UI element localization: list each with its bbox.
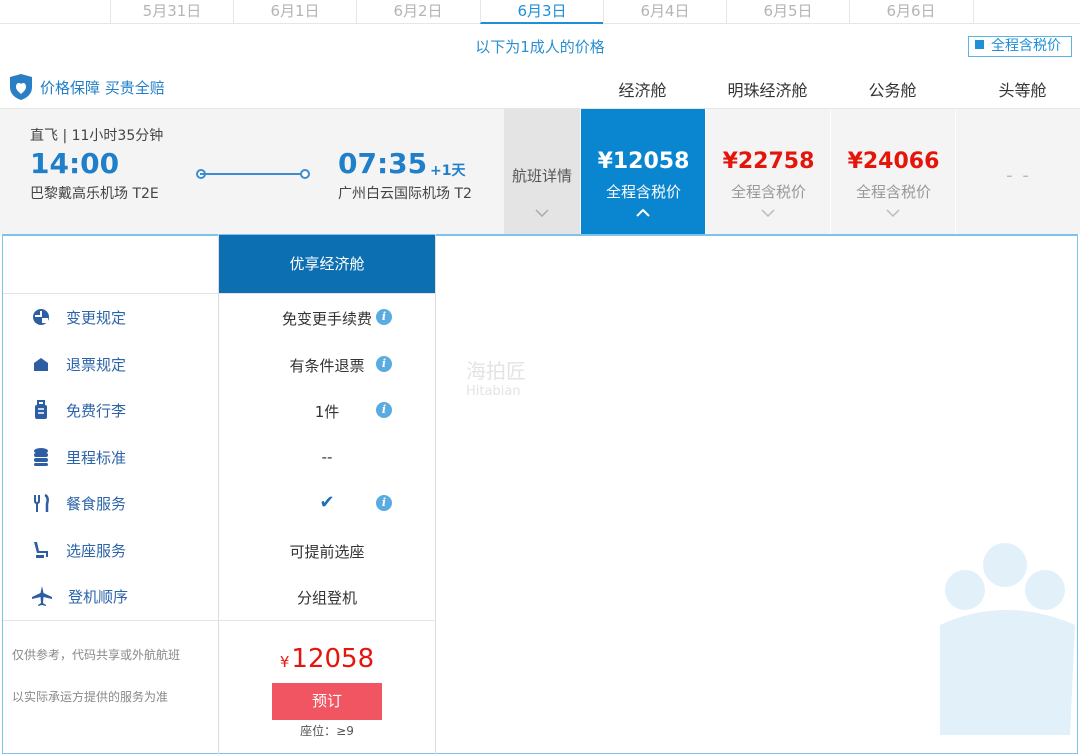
feature-label: 选座服务 xyxy=(66,541,127,560)
feature-luggage: 免费行李 xyxy=(30,398,126,422)
date-tab[interactable]: 5月31日 xyxy=(110,0,233,24)
feature-meal: 餐食服务 xyxy=(30,491,126,515)
plane-icon xyxy=(32,586,52,606)
seats-remaining: 座位：≥9 xyxy=(300,724,354,738)
info-icon[interactable]: i xyxy=(376,495,392,511)
luggage-icon xyxy=(35,400,47,419)
date-tab-spacer xyxy=(973,0,1080,24)
chevron-down-icon xyxy=(761,209,775,217)
price-first: - - xyxy=(955,109,1080,235)
chevron-down-icon xyxy=(535,209,549,217)
flight-type: 直飞 | 11小时35分钟 xyxy=(30,128,164,144)
date-tab[interactable]: 6月4日 xyxy=(603,0,726,24)
price-guarantee[interactable]: 价格保障 买贵全赔 xyxy=(8,72,165,102)
date-tab[interactable]: 6月6日 xyxy=(849,0,972,24)
price-sub: 全程含税价 xyxy=(855,183,931,201)
guarantee-label: 价格保障 买贵全赔 xyxy=(40,78,165,97)
route-line xyxy=(200,173,306,175)
tax-price-toggle[interactable]: 全程含税价 xyxy=(968,36,1072,57)
checkmark-icon: ✔ xyxy=(319,492,335,513)
price-value: ¥24066 xyxy=(847,149,940,174)
price-sub: 全程含税价 xyxy=(730,183,806,201)
fare-price: ¥12058 xyxy=(219,644,435,674)
departure-time: 14:00 xyxy=(30,147,120,180)
cabin-header-pearl-economy: 明珠经济舱 xyxy=(727,81,808,100)
checkbox-icon xyxy=(975,40,984,49)
feature-label: 登机顺序 xyxy=(68,587,129,606)
info-icon[interactable]: i xyxy=(376,402,392,418)
date-tab[interactable]: 6月5日 xyxy=(726,0,849,24)
price-sub: 全程含税价 xyxy=(605,183,681,201)
fare-price-value: 12058 xyxy=(291,644,375,674)
date-tab[interactable]: 6月1日 xyxy=(233,0,356,24)
currency-symbol: ¥ xyxy=(279,653,290,671)
price-economy[interactable]: ¥12058 全程含税价 xyxy=(580,109,705,235)
flight-detail-label: 航班详情 xyxy=(511,167,572,185)
feature-value: 免变更手续费 xyxy=(281,310,372,328)
feature-seat: 选座服务 xyxy=(30,538,126,562)
tax-toggle-label: 全程含税价 xyxy=(991,38,1061,54)
feature-label: 变更规定 xyxy=(66,308,127,327)
route-end-dot xyxy=(300,169,310,179)
price-business[interactable]: ¥24066 全程含税价 xyxy=(830,109,955,235)
disclaimer-line: 仅供参考，代码共享或外航航班 xyxy=(12,648,181,662)
chevron-up-icon xyxy=(636,209,650,217)
feature-boarding: 登机顺序 xyxy=(30,584,128,608)
feature-value: -- xyxy=(321,448,333,466)
feature-label: 餐食服务 xyxy=(66,494,127,513)
cabin-header-first: 头等舱 xyxy=(998,81,1047,100)
feature-label: 免费行李 xyxy=(66,401,127,420)
refund-icon xyxy=(34,358,48,371)
book-button[interactable]: 预订 xyxy=(272,683,382,720)
flight-detail-button[interactable]: 航班详情 xyxy=(504,109,580,235)
divider xyxy=(435,234,436,754)
feature-value: 有条件退票 xyxy=(289,357,365,375)
seat-icon xyxy=(34,542,48,558)
cabin-header-economy: 经济舱 xyxy=(618,81,667,100)
disclaimer-line: 以实际承运方提供的服务为准 xyxy=(12,690,169,704)
feature-value: 1件 xyxy=(314,403,340,421)
feature-refund: 退票规定 xyxy=(30,352,126,376)
price-value: ¥12058 xyxy=(597,149,690,174)
price-unavailable: - - xyxy=(1006,165,1031,186)
arrival-time: 07:35 xyxy=(338,147,428,180)
fare-detail-panel xyxy=(2,234,1078,754)
flight-row: 直飞 | 11小时35分钟 14:00 巴黎戴高乐机场 T2E 07:35 +1… xyxy=(0,108,1080,235)
price-pearl-economy[interactable]: ¥22758 全程含税价 xyxy=(705,109,830,235)
feature-label: 退票规定 xyxy=(66,355,127,374)
change-icon xyxy=(33,309,49,325)
price-notice: 以下为1成人的价格 xyxy=(475,38,605,56)
meal-icon xyxy=(34,493,49,512)
feature-mileage: 里程标准 xyxy=(30,445,126,469)
date-tab[interactable]: 6月2日 xyxy=(356,0,479,24)
cabin-header-business: 公务舱 xyxy=(868,81,917,100)
feature-change: 变更规定 xyxy=(30,305,126,329)
info-icon[interactable]: i xyxy=(376,309,392,325)
mileage-icon xyxy=(34,448,48,466)
watermark: 海拍匠 Hitabian xyxy=(466,355,526,399)
feature-value: 分组登机 xyxy=(296,589,357,607)
watermark-en: Hitabian xyxy=(466,384,521,399)
divider xyxy=(3,293,435,294)
watermark-cn: 海拍匠 xyxy=(466,359,526,383)
divider xyxy=(3,620,435,621)
arrival-airport: 广州白云国际机场 T2 xyxy=(338,186,472,202)
feature-value: 可提前选座 xyxy=(289,543,365,561)
info-icon[interactable]: i xyxy=(376,356,392,372)
fare-name-header: 优享经济舱 xyxy=(219,235,435,293)
airline-logo-watermark xyxy=(940,543,1075,735)
departure-airport: 巴黎戴高乐机场 T2E xyxy=(30,186,159,202)
price-value: ¥22758 xyxy=(722,149,815,174)
date-tab-bar: 5月31日 6月1日 6月2日 6月3日 6月4日 6月5日 6月6日 xyxy=(0,0,1080,24)
feature-label: 里程标准 xyxy=(66,448,127,467)
chevron-down-icon xyxy=(886,209,900,217)
date-tab-selected[interactable]: 6月3日 xyxy=(480,0,603,24)
next-day-badge: +1天 xyxy=(430,163,466,179)
shield-icon xyxy=(10,74,32,100)
